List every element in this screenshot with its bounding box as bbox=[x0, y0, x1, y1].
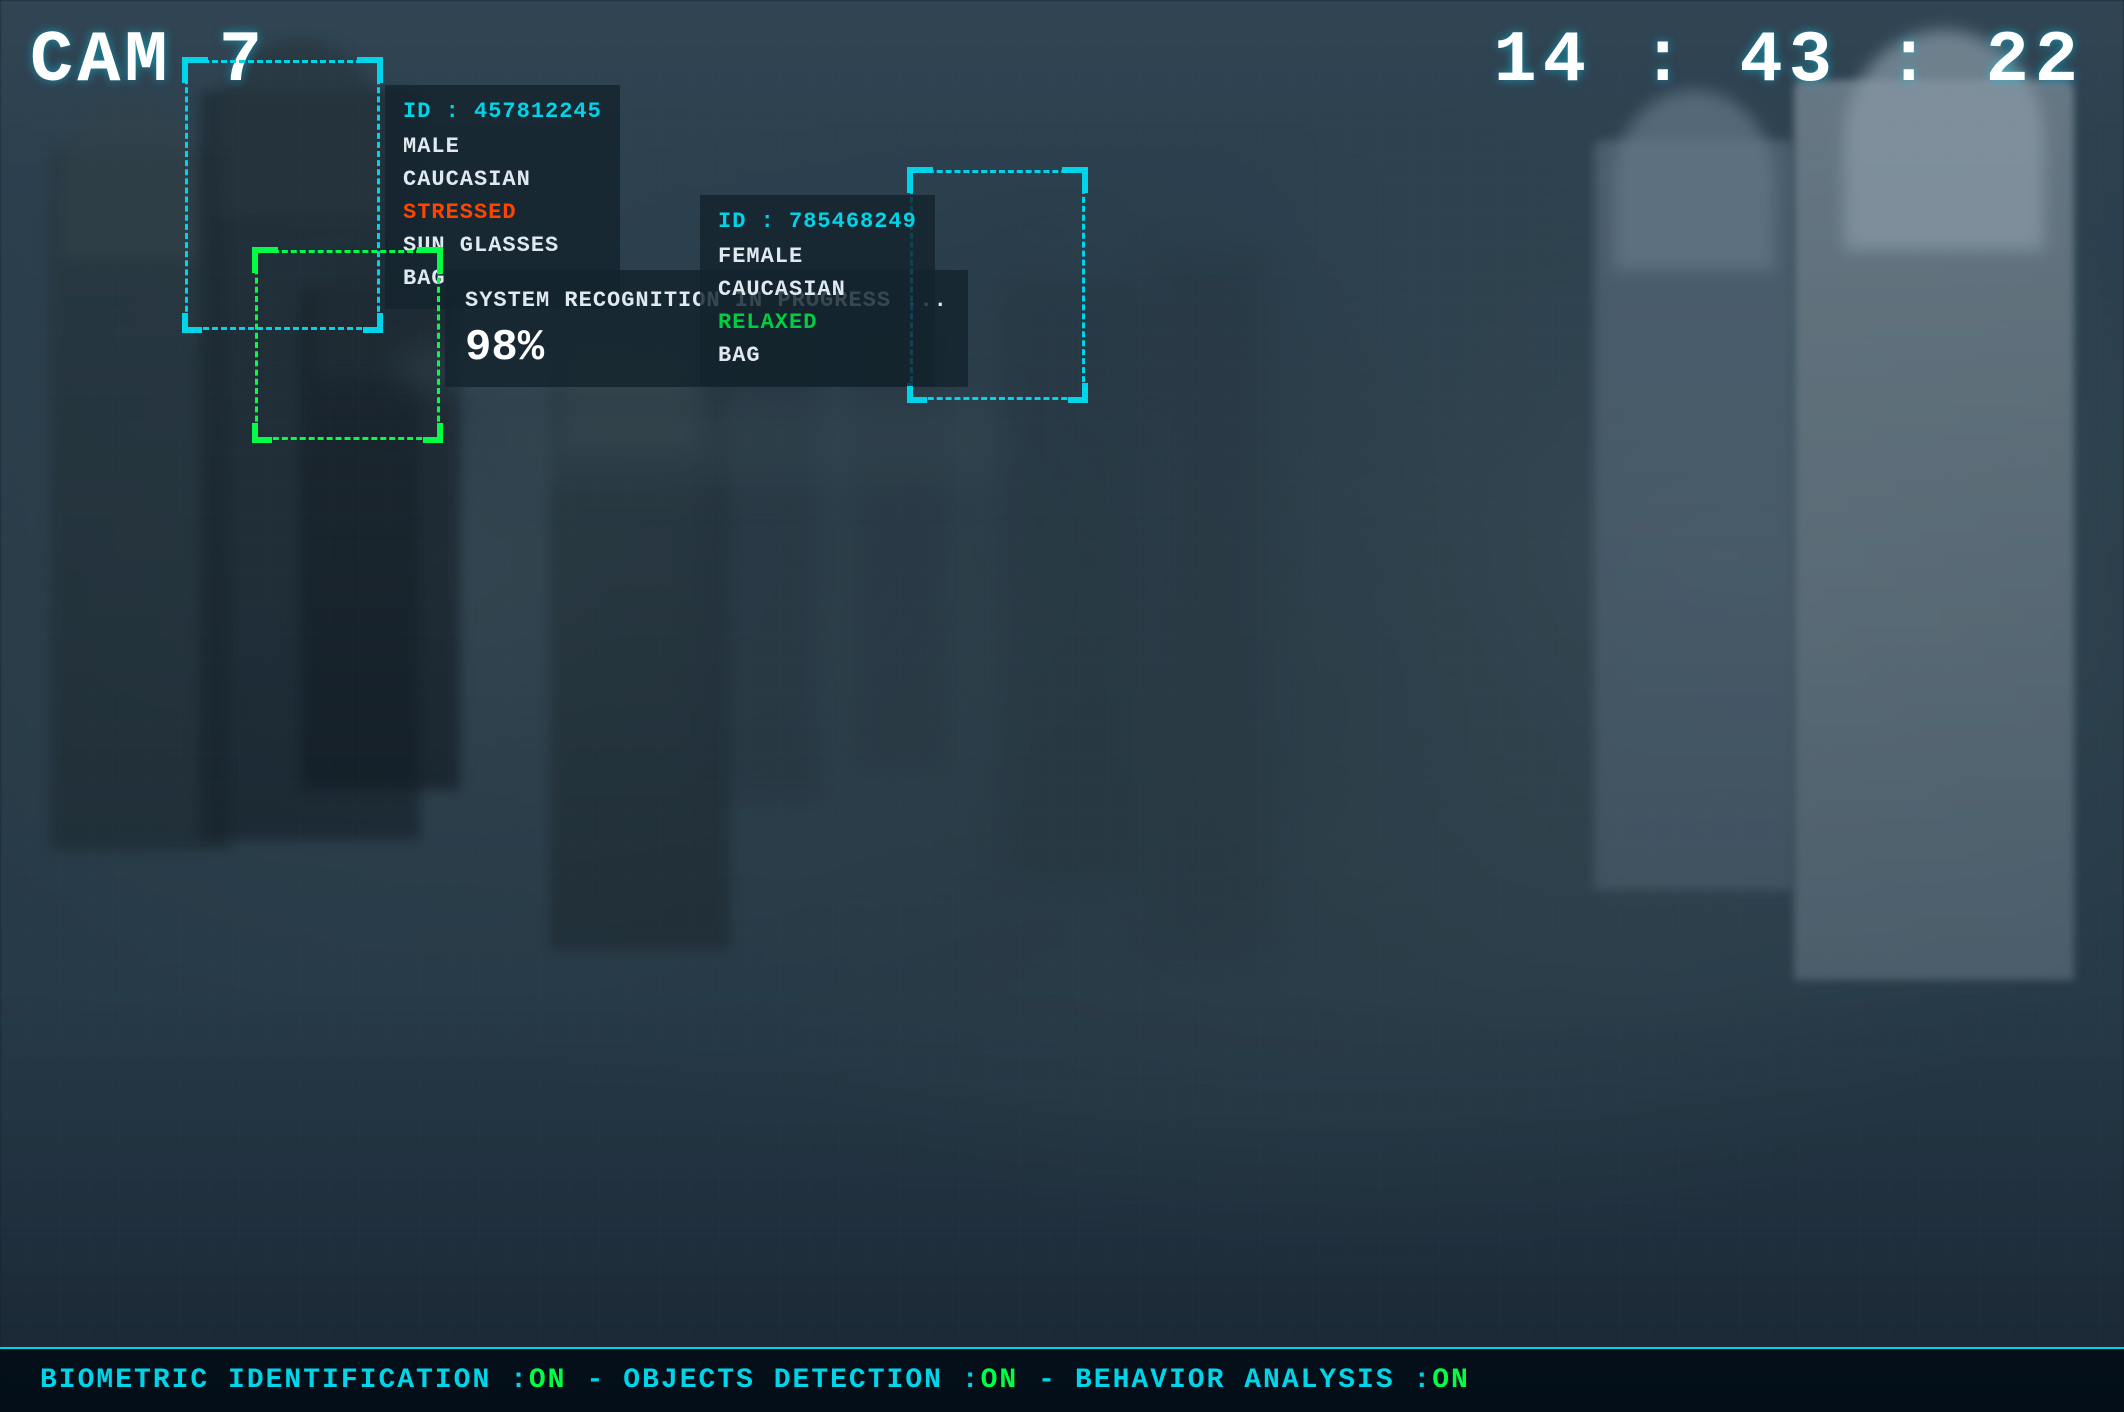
info-panel-female: ID : 785468249 FEMALE CAUCASIAN RELAXED … bbox=[700, 195, 935, 386]
corner-bl bbox=[182, 313, 202, 333]
camera-view: CAM 7 14 : 43 : 22 ID : 457812245 MALE C… bbox=[0, 0, 2124, 1412]
person-head bbox=[1614, 90, 1774, 270]
status-bar: BIOMETRIC IDENTIFICATION : ON - OBJECTS … bbox=[0, 1347, 2124, 1412]
person-silhouette bbox=[1150, 250, 1270, 950]
timestamp: 14 : 43 : 22 bbox=[1494, 20, 2084, 102]
behavior-value: ON bbox=[1432, 1365, 1470, 1396]
detection-id-male: ID : 457812245 bbox=[403, 99, 602, 124]
biometric-value: ON bbox=[529, 1365, 567, 1396]
corner-bl-green bbox=[252, 423, 272, 443]
behavior-label: BEHAVIOR ANALYSIS : bbox=[1075, 1365, 1432, 1396]
gender-female: FEMALE bbox=[718, 244, 803, 269]
person-head bbox=[60, 100, 200, 260]
objects-value: ON bbox=[981, 1365, 1019, 1396]
ethnicity-female: CAUCASIAN bbox=[718, 277, 846, 302]
biometric-label: BIOMETRIC IDENTIFICATION : bbox=[40, 1365, 529, 1396]
background-object bbox=[500, 400, 1000, 480]
separator-2: - bbox=[1038, 1365, 1055, 1396]
emotion-male: STRESSED bbox=[403, 200, 517, 225]
detection-box-female bbox=[910, 170, 1085, 400]
corner-bl-female bbox=[907, 383, 927, 403]
ethnicity-male: CAUCASIAN bbox=[403, 167, 531, 192]
emotion-female: RELAXED bbox=[718, 310, 817, 335]
separator-1: - bbox=[586, 1365, 603, 1396]
detection-attrs-female: FEMALE CAUCASIAN RELAXED BAG bbox=[718, 240, 917, 372]
corner-br-female bbox=[1068, 383, 1088, 403]
detection-box-recognition bbox=[255, 250, 440, 440]
objects-label: OBJECTS DETECTION : bbox=[623, 1365, 980, 1396]
detection-id-female: ID : 785468249 bbox=[718, 209, 917, 234]
gender-male: MALE bbox=[403, 134, 460, 159]
corner-br-green bbox=[423, 423, 443, 443]
accessory1-female: BAG bbox=[718, 343, 761, 368]
